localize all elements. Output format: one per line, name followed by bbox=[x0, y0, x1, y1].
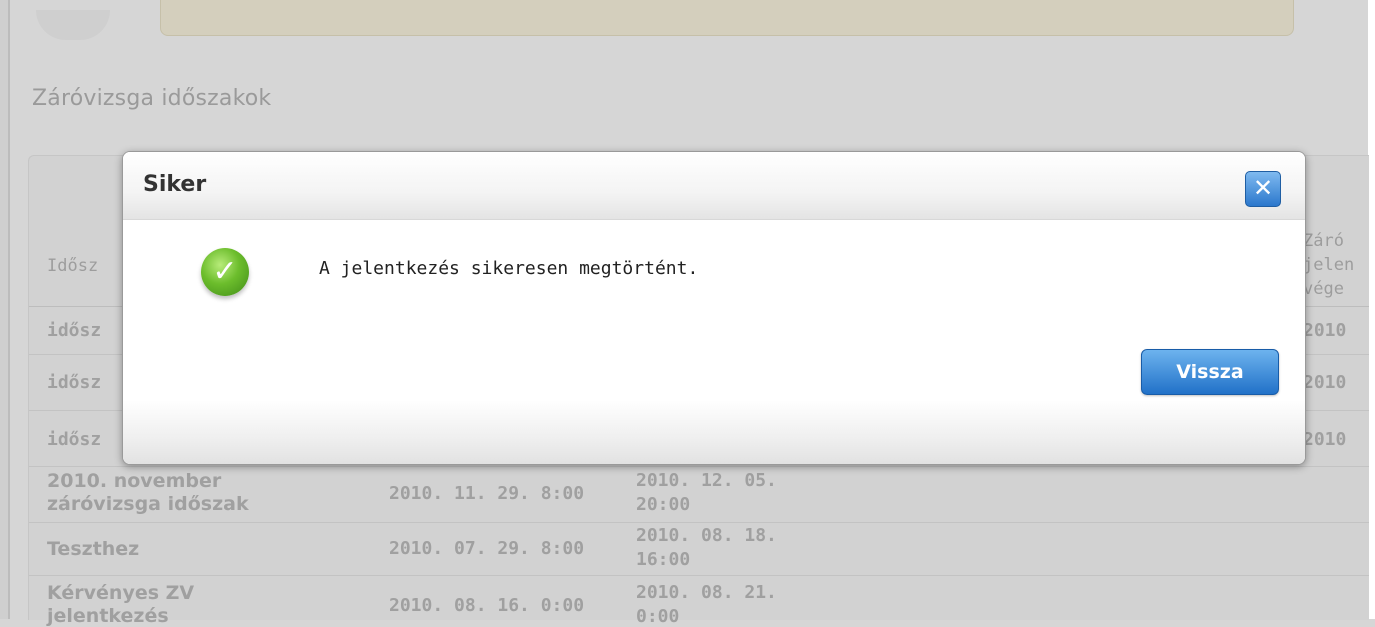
row-name-line1: Kérvényes ZV bbox=[47, 582, 195, 604]
table-row[interactable]: Kérvényes ZV jelentkezés 2010. 08. 16. 0… bbox=[29, 576, 1369, 627]
row-end-line1: 2010. 12. 05. bbox=[636, 470, 777, 491]
notice-box bbox=[160, 0, 1294, 36]
row-name-line2: jelentkezés bbox=[47, 605, 169, 627]
header-right-line3: vége bbox=[1303, 279, 1344, 299]
row-end-line1: 2010. 08. 21. bbox=[636, 582, 777, 603]
close-icon[interactable]: ✕ bbox=[1245, 171, 1281, 207]
page-right-edge bbox=[1368, 0, 1375, 619]
row-name: idősz bbox=[47, 320, 102, 341]
row-start: 2010. 07. 29. 8:00 bbox=[389, 538, 585, 559]
row-name-line2: záróvizsga időszak bbox=[47, 493, 249, 515]
table-row[interactable]: 2010. november záróvizsga időszak 2010. … bbox=[29, 467, 1369, 523]
dialog-message: A jelentkezés sikeresen megtörtént. bbox=[319, 258, 699, 279]
header-right-line1: Záró bbox=[1303, 231, 1344, 251]
row-end-line2: 20:00 bbox=[636, 494, 691, 515]
dialog-title: Siker bbox=[143, 172, 207, 197]
header-period: Idősz bbox=[47, 256, 99, 276]
header-right-line2: jelen bbox=[1303, 255, 1355, 275]
row-name: idősz bbox=[47, 429, 102, 450]
table-row[interactable]: Teszthez 2010. 07. 29. 8:00 2010. 08. 18… bbox=[29, 523, 1369, 576]
success-dialog: Siker ✕ ✓ A jelentkezés sikeresen megtör… bbox=[122, 151, 1306, 465]
back-button[interactable]: Vissza bbox=[1141, 349, 1279, 395]
page-left-border bbox=[0, 0, 10, 619]
row-end-line2: 16:00 bbox=[636, 549, 691, 570]
row-right-value: 2010 bbox=[1303, 372, 1347, 393]
section-title: Záróvizsga időszakok bbox=[32, 86, 272, 111]
row-name: Teszthez bbox=[47, 538, 140, 560]
checkmark-icon: ✓ bbox=[201, 248, 249, 296]
row-start: 2010. 11. 29. 8:00 bbox=[389, 483, 585, 504]
row-end-line2: 0:00 bbox=[636, 606, 680, 627]
dialog-header: Siker ✕ bbox=[123, 152, 1305, 220]
row-name-line1: 2010. november bbox=[47, 470, 222, 492]
row-right-value: 2010 bbox=[1303, 320, 1347, 341]
dialog-footer bbox=[123, 400, 1305, 464]
row-right-value: 2010 bbox=[1303, 429, 1347, 450]
row-name: idősz bbox=[47, 372, 102, 393]
row-start: 2010. 08. 16. 0:00 bbox=[389, 595, 585, 616]
row-end-line1: 2010. 08. 18. bbox=[636, 525, 777, 546]
avatar bbox=[36, 10, 110, 40]
